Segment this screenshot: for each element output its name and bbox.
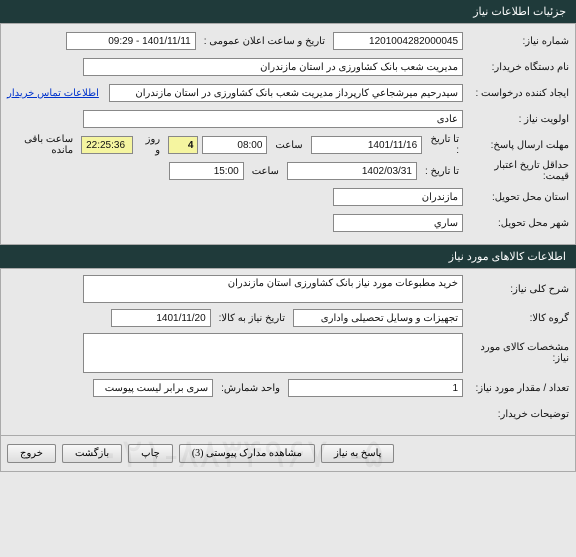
creator-field: سيدرحيم ميرشجاعي كارپرداز مدیریت شعب بان…: [109, 84, 463, 102]
deadline-time-label: ساعت: [275, 140, 302, 151]
print-button[interactable]: چاپ: [128, 444, 173, 463]
announce-field: 1401/11/11 - 09:29: [66, 32, 196, 50]
validity-to-label: تا تاریخ :: [425, 166, 459, 177]
province-label: استان محل تحویل:: [467, 192, 569, 203]
deadline-time-field: 08:00: [202, 136, 267, 154]
respond-button[interactable]: پاسخ به نیاز: [321, 444, 395, 463]
group-label: گروه کالا:: [467, 313, 569, 324]
qty-label: تعداد / مقدار مورد نیاز:: [467, 383, 569, 394]
need-date-label: تاریخ نیاز به کالا:: [219, 313, 285, 324]
province-field: مازندران: [333, 188, 463, 206]
buyer-label: نام دستگاه خریدار:: [467, 62, 569, 73]
deadline-label: مهلت ارسال پاسخ:: [467, 140, 569, 151]
need-desc-label: شرح کلی نیاز:: [467, 284, 569, 295]
exit-button[interactable]: خروج: [7, 444, 56, 463]
announce-label: تاریخ و ساعت اعلان عمومی :: [204, 36, 325, 47]
goods-details-panel: شرح کلی نیاز: خرید مطبوعات مورد نیاز بان…: [0, 268, 576, 436]
deadline-to-label: تا تاریخ :: [430, 134, 459, 156]
remaining-label: ساعت باقی مانده: [11, 134, 73, 156]
spec-field: [83, 333, 463, 373]
deadline-date-field: 1401/11/16: [311, 136, 423, 154]
city-label: شهر محل تحویل:: [467, 218, 569, 229]
days-remaining: 4: [168, 136, 198, 154]
req-number-label: شماره نیاز:: [467, 36, 569, 47]
req-number-field: 1201004282000045: [333, 32, 463, 50]
group-field: تجهیزات و وسایل تحصیلی واداری: [293, 309, 463, 327]
section-header-goods: اطلاعات کالاهای مورد نیاز: [0, 245, 576, 268]
need-details-panel: شماره نیاز: 1201004282000045 تاریخ و ساع…: [0, 23, 576, 245]
countdown-field: 22:25:36: [81, 136, 133, 154]
footer-bar: خروج بازگشت چاپ مشاهده مدارک پیوستی (3) …: [0, 436, 576, 472]
creator-label: ایجاد کننده درخواست :: [467, 88, 569, 99]
need-date-field: 1401/11/20: [111, 309, 211, 327]
buyer-field: مدیریت شعب بانک کشاورزی در استان مازندرا…: [83, 58, 463, 76]
city-field: ساري: [333, 214, 463, 232]
priority-label: اولویت نیاز :: [467, 114, 569, 125]
unit-field: سری برابر لیست پیوست: [93, 379, 213, 397]
need-desc-field: خرید مطبوعات مورد نیاز بانک کشاورزی استا…: [83, 275, 463, 303]
unit-label: واحد شمارش:: [221, 383, 280, 394]
validity-time-field: 15:00: [169, 162, 244, 180]
back-button[interactable]: بازگشت: [62, 444, 122, 463]
section-header-need: جزئیات اطلاعات نیاز: [0, 0, 576, 23]
validity-date-field: 1402/03/31: [287, 162, 417, 180]
days-and-label: روز و: [141, 134, 160, 156]
buyer-notes-label: توضیحات خریدار:: [467, 409, 569, 420]
priority-field: عادی: [83, 110, 463, 128]
spec-label: مشخصات کالای مورد نیاز:: [467, 342, 569, 364]
validity-label: حداقل تاریخ اعتبار قیمت:: [467, 160, 569, 182]
buyer-contact-link[interactable]: اطلاعات تماس خریدار: [7, 88, 99, 99]
validity-time-label: ساعت: [252, 166, 279, 177]
qty-field: 1: [288, 379, 463, 397]
attachments-button[interactable]: مشاهده مدارک پیوستی (3): [179, 444, 315, 463]
